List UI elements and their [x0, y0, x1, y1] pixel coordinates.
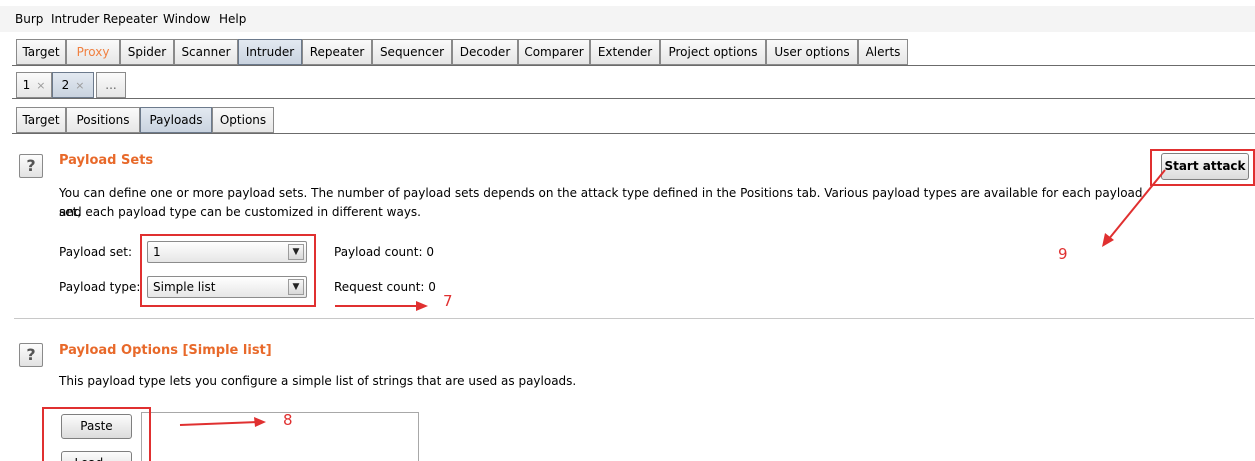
annotation-label-9: 9 [1058, 245, 1068, 263]
arrow-9 [1107, 169, 1166, 241]
arrow-8 [179, 421, 259, 426]
annotation-arrows [179, 169, 1166, 427]
arrowhead-icon [254, 417, 266, 427]
annotation-label-8: 8 [283, 411, 293, 429]
arrowhead-icon [416, 301, 428, 311]
annotation-label-7: 7 [443, 292, 453, 310]
